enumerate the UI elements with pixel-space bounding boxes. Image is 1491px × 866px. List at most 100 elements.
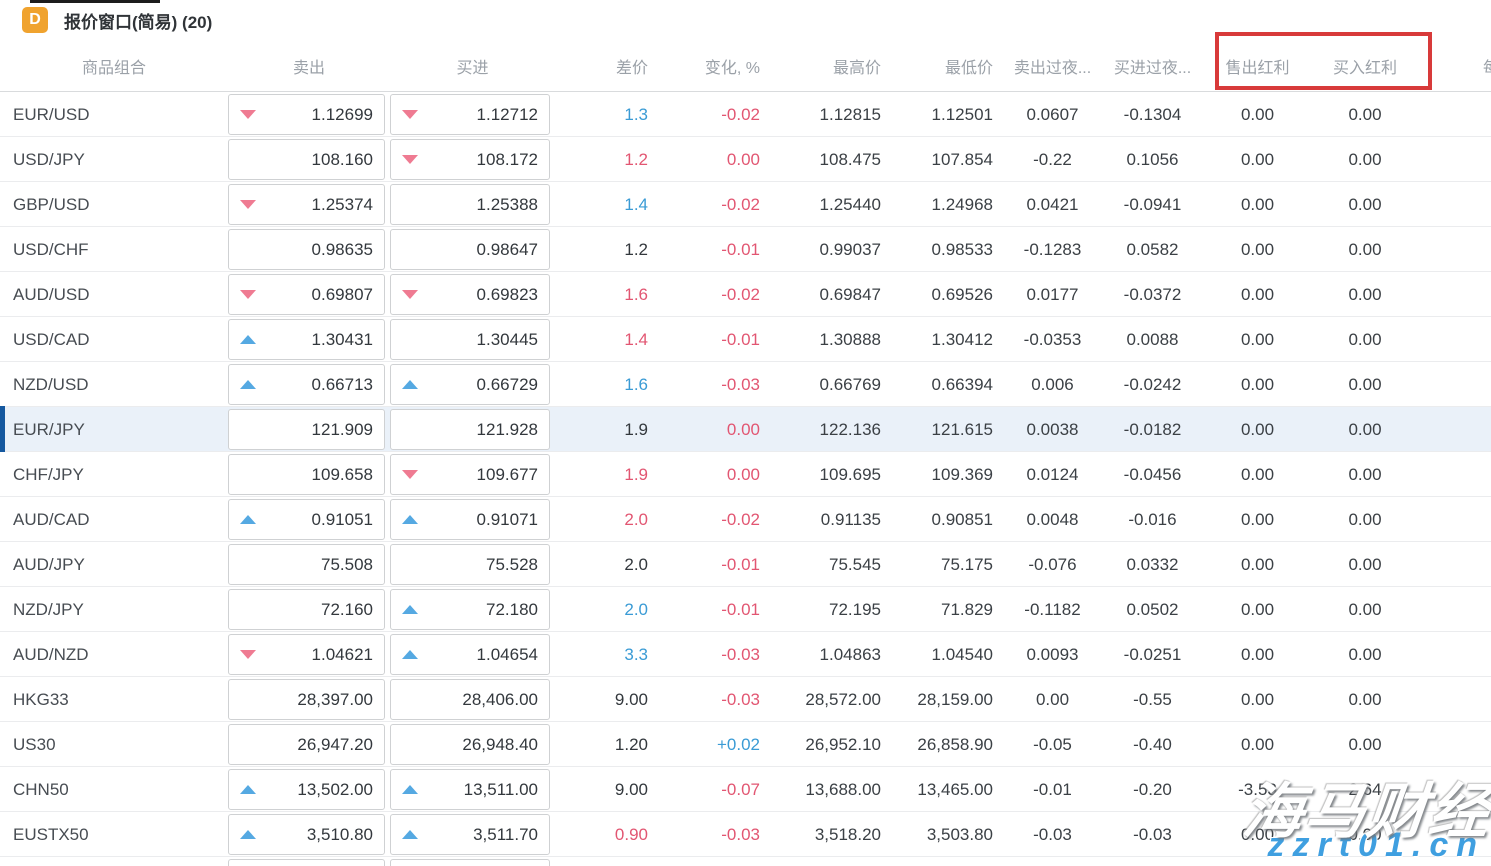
quote-row-audusd[interactable]: AUD/USD0.698070.698231.6-0.020.698470.69… bbox=[0, 272, 1491, 317]
buy-quote-button[interactable]: 1.30445 bbox=[390, 319, 550, 360]
change-pct-cell: +0.02 bbox=[660, 735, 772, 755]
titlebar: D 报价窗口(简易) (20) bbox=[0, 0, 1491, 40]
quote-row-nzdjpy[interactable]: NZD/JPY72.16072.1802.0-0.0172.19571.829-… bbox=[0, 587, 1491, 632]
column-header-buy[interactable]: 买进 bbox=[390, 54, 555, 78]
buy-cell: 0.98647 bbox=[390, 227, 555, 272]
low-cell: 109.369 bbox=[893, 465, 1005, 485]
sell-quote-button[interactable]: 28,397.00 bbox=[228, 679, 385, 720]
high-cell: 0.69847 bbox=[772, 285, 893, 305]
sell-price: 0.66713 bbox=[312, 375, 373, 395]
buy-dividend-value: 0.00 bbox=[1348, 330, 1381, 349]
buy-quote-button[interactable]: 1.25388 bbox=[390, 184, 550, 225]
buy-quote-button[interactable]: 1.12712 bbox=[390, 94, 550, 135]
buy-cell: 1.25388 bbox=[390, 182, 555, 227]
quote-row-chn50[interactable]: CHN5013,502.0013,511.009.00-0.0713,688.0… bbox=[0, 767, 1491, 812]
column-header-spread[interactable]: 差价 bbox=[555, 54, 660, 78]
column-header-per[interactable]: 每 bbox=[1420, 54, 1491, 78]
sell-quote-button[interactable]: 109.658 bbox=[228, 454, 385, 495]
buy-quote-button[interactable]: 1.04654 bbox=[390, 634, 550, 675]
quote-row-audjpy[interactable]: AUD/JPY75.50875.5282.0-0.0175.54575.175-… bbox=[0, 542, 1491, 587]
quote-row-usdcad[interactable]: USD/CAD1.304311.304451.4-0.011.308881.30… bbox=[0, 317, 1491, 362]
buy-dividend-cell: 0.00 bbox=[1310, 150, 1420, 170]
quote-row-eurusd[interactable]: EUR/USD1.126991.127121.3-0.021.128151.12… bbox=[0, 92, 1491, 137]
sell-quote-button[interactable]: 108.160 bbox=[228, 139, 385, 180]
column-header-change[interactable]: 变化, % bbox=[660, 54, 772, 78]
column-header-low[interactable]: 最低价 bbox=[893, 54, 1005, 78]
quote-row-eurjpy[interactable]: EUR/JPY121.909121.9281.90.00122.136121.6… bbox=[0, 407, 1491, 452]
sell-quote-button[interactable]: 75.508 bbox=[228, 544, 385, 585]
sell-dividend-value: 0.00 bbox=[1241, 600, 1274, 619]
quote-row-hkg33[interactable]: HKG3328,397.0028,406.009.00-0.0328,572.0… bbox=[0, 677, 1491, 722]
spread-cell: 1.2 bbox=[555, 150, 660, 170]
low-value: 109.369 bbox=[932, 465, 993, 484]
sell-quote-button[interactable]: 13,502.00 bbox=[228, 769, 385, 810]
quote-row-chfjpy[interactable]: CHF/JPY109.658109.6771.90.00109.695109.3… bbox=[0, 452, 1491, 497]
low-value: 1.24968 bbox=[932, 195, 993, 214]
buy-quote-button[interactable]: 28,406.00 bbox=[390, 679, 550, 720]
sell-quote-button[interactable]: 1.25374 bbox=[228, 184, 385, 225]
quote-row-gbpusd[interactable]: GBP/USD1.253741.253881.4-0.021.254401.24… bbox=[0, 182, 1491, 227]
symbol-value: EUR/JPY bbox=[13, 420, 85, 439]
spread-cell: 2.0 bbox=[555, 600, 660, 620]
sell-price: 0.69807 bbox=[312, 285, 373, 305]
buy-quote-button[interactable]: 109.677 bbox=[390, 454, 550, 495]
low-cell: 28,159.00 bbox=[893, 690, 1005, 710]
quote-row-us30[interactable]: US3026,947.2026,948.401.20+0.0226,952.10… bbox=[0, 722, 1491, 767]
sell-quote-button[interactable]: 1.04621 bbox=[228, 634, 385, 675]
buy-quote-button[interactable]: 0.91071 bbox=[390, 499, 550, 540]
buy-quote-button[interactable]: 26,948.40 bbox=[390, 724, 550, 765]
high-cell: 1.04863 bbox=[772, 645, 893, 665]
symbol-value: EUSTX50 bbox=[13, 825, 89, 844]
window-edge-strip bbox=[30, 0, 160, 3]
quote-row-usdjpy[interactable]: USD/JPY108.160108.1721.20.00108.475107.8… bbox=[0, 137, 1491, 182]
sell-quote-button[interactable]: 0.98635 bbox=[228, 229, 385, 270]
symbol-value: AUD/NZD bbox=[13, 645, 89, 664]
sell-quote-button[interactable] bbox=[228, 859, 385, 866]
buy-quote-button[interactable]: 0.69823 bbox=[390, 274, 550, 315]
buy-price: 3,511.70 bbox=[473, 825, 538, 845]
column-header-sell_overnight[interactable]: 卖出过夜... bbox=[1005, 54, 1100, 78]
sell-quote-button[interactable]: 1.12699 bbox=[228, 94, 385, 135]
column-header-symbol[interactable]: 商品组合 bbox=[0, 54, 228, 78]
quote-row-audnzd[interactable]: AUD/NZD1.046211.046543.3-0.031.048631.04… bbox=[0, 632, 1491, 677]
buy-cell: 108.172 bbox=[390, 137, 555, 182]
change-pct-value: +0.02 bbox=[717, 735, 760, 754]
low-cell: 1.04540 bbox=[893, 645, 1005, 665]
sell-quote-button[interactable]: 72.160 bbox=[228, 589, 385, 630]
sell-quote-button[interactable]: 0.69807 bbox=[228, 274, 385, 315]
buy-overnight-value: -0.0182 bbox=[1124, 420, 1182, 439]
column-header-sell[interactable]: 卖出 bbox=[228, 54, 390, 78]
column-header-buy_overnight[interactable]: 买进过夜... bbox=[1100, 54, 1205, 78]
column-header-sell_dividend[interactable]: 售出红利 bbox=[1205, 54, 1310, 78]
quote-row-nzdusd[interactable]: NZD/USD0.667130.667291.6-0.030.667690.66… bbox=[0, 362, 1491, 407]
sell-quote-button[interactable]: 0.91051 bbox=[228, 499, 385, 540]
buy-quote-button[interactable] bbox=[390, 859, 550, 866]
quote-row-eustx50[interactable]: EUSTX503,510.803,511.700.90-0.033,518.20… bbox=[0, 812, 1491, 857]
buy-quote-button[interactable]: 3,511.70 bbox=[390, 814, 550, 855]
column-header-high[interactable]: 最高价 bbox=[772, 54, 893, 78]
buy-dividend-cell: 0.00 bbox=[1310, 600, 1420, 620]
buy-quote-button[interactable]: 121.928 bbox=[390, 409, 550, 450]
buy-quote-button[interactable]: 0.66729 bbox=[390, 364, 550, 405]
app-d-icon[interactable]: D bbox=[22, 7, 48, 33]
sell-quote-button[interactable]: 121.909 bbox=[228, 409, 385, 450]
buy-quote-button[interactable]: 0.98647 bbox=[390, 229, 550, 270]
high-value: 13,688.00 bbox=[805, 780, 881, 799]
buy-overnight-value: 0.1056 bbox=[1127, 150, 1179, 169]
buy-overnight-cell: -0.016 bbox=[1100, 510, 1205, 530]
sell-quote-button[interactable]: 3,510.80 bbox=[228, 814, 385, 855]
sell-quote-button[interactable]: 26,947.20 bbox=[228, 724, 385, 765]
sell-quote-button[interactable]: 1.30431 bbox=[228, 319, 385, 360]
buy-price: 0.66729 bbox=[477, 375, 538, 395]
buy-quote-button[interactable]: 72.180 bbox=[390, 589, 550, 630]
buy-quote-button[interactable]: 75.528 bbox=[390, 544, 550, 585]
buy-overnight-value: 0.0582 bbox=[1127, 240, 1179, 259]
buy-overnight-cell: -0.0456 bbox=[1100, 465, 1205, 485]
quote-row-audcad[interactable]: AUD/CAD0.910510.910712.0-0.020.911350.90… bbox=[0, 497, 1491, 542]
sell-quote-button[interactable]: 0.66713 bbox=[228, 364, 385, 405]
quote-row-usdchf[interactable]: USD/CHF0.986350.986471.2-0.010.990370.98… bbox=[0, 227, 1491, 272]
buy-cell: 1.12712 bbox=[390, 92, 555, 137]
column-header-buy_dividend[interactable]: 买入红利 bbox=[1310, 54, 1420, 78]
buy-quote-button[interactable]: 108.172 bbox=[390, 139, 550, 180]
buy-quote-button[interactable]: 13,511.00 bbox=[390, 769, 550, 810]
